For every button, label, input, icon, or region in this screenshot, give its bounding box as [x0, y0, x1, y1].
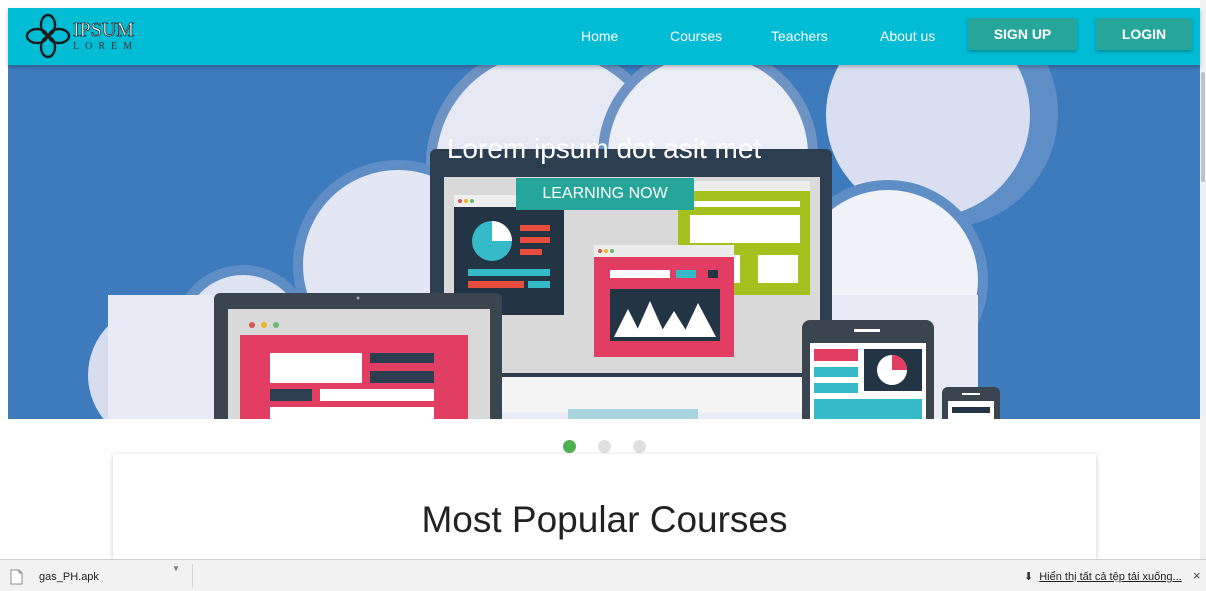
sign-up-button[interactable]: SIGN UP — [968, 18, 1077, 50]
carousel-dot-2[interactable] — [598, 440, 611, 453]
site-logo[interactable]: IPSUM LOREM — [25, 12, 165, 60]
show-all-downloads-label: Hiển thị tất cả tệp tải xuống... — [1039, 570, 1182, 583]
top-navbar: IPSUM LOREM Home Courses Teachers About … — [8, 8, 1200, 65]
downloads-bar: gas_PH.apk ▼ ⬇ Hiển thị tất cả tệp tải x… — [0, 559, 1206, 591]
laptop-shape — [214, 293, 502, 419]
carousel-dot-3[interactable] — [633, 440, 646, 453]
hero-title: Lorem ipsum dot asit met — [446, 133, 762, 164]
chevron-down-icon[interactable]: ▼ — [172, 564, 180, 573]
tablet-shape — [802, 320, 934, 419]
nav-link-home[interactable]: Home — [581, 28, 618, 44]
nav-link-teachers[interactable]: Teachers — [771, 28, 828, 44]
popular-courses-card: Most Popular Courses — [113, 454, 1096, 574]
phone-shape — [942, 387, 1000, 419]
page: IPSUM LOREM Home Courses Teachers About … — [0, 0, 1206, 591]
logo-sub-text: LOREM — [73, 41, 138, 52]
page-scrollbar[interactable] — [1200, 0, 1206, 559]
download-divider — [192, 564, 193, 588]
download-arrow-icon: ⬇ — [1024, 571, 1034, 583]
scrollbar-thumb[interactable] — [1201, 72, 1205, 182]
carousel-dot-1[interactable] — [563, 440, 576, 453]
file-icon — [10, 569, 23, 585]
download-file-name: gas_PH.apk — [39, 571, 99, 583]
nav-link-courses[interactable]: Courses — [670, 28, 722, 44]
learning-now-button[interactable]: LEARNING NOW — [516, 178, 694, 210]
download-item[interactable]: gas_PH.apk — [10, 566, 192, 588]
close-icon[interactable]: × — [1193, 568, 1201, 583]
show-all-downloads-link[interactable]: ⬇ Hiển thị tất cả tệp tải xuống... — [1024, 570, 1182, 584]
section-title: Most Popular Courses — [421, 499, 788, 540]
flower-logo-icon — [25, 13, 71, 59]
nav-link-about-us[interactable]: About us — [880, 28, 935, 44]
hero-illustration — [88, 65, 1058, 419]
logo-main-text: IPSUM — [73, 19, 135, 41]
login-button[interactable]: LOGIN — [1096, 18, 1192, 50]
hero-banner: Lorem ipsum dot asit met LEARNING NOW — [8, 65, 1200, 419]
